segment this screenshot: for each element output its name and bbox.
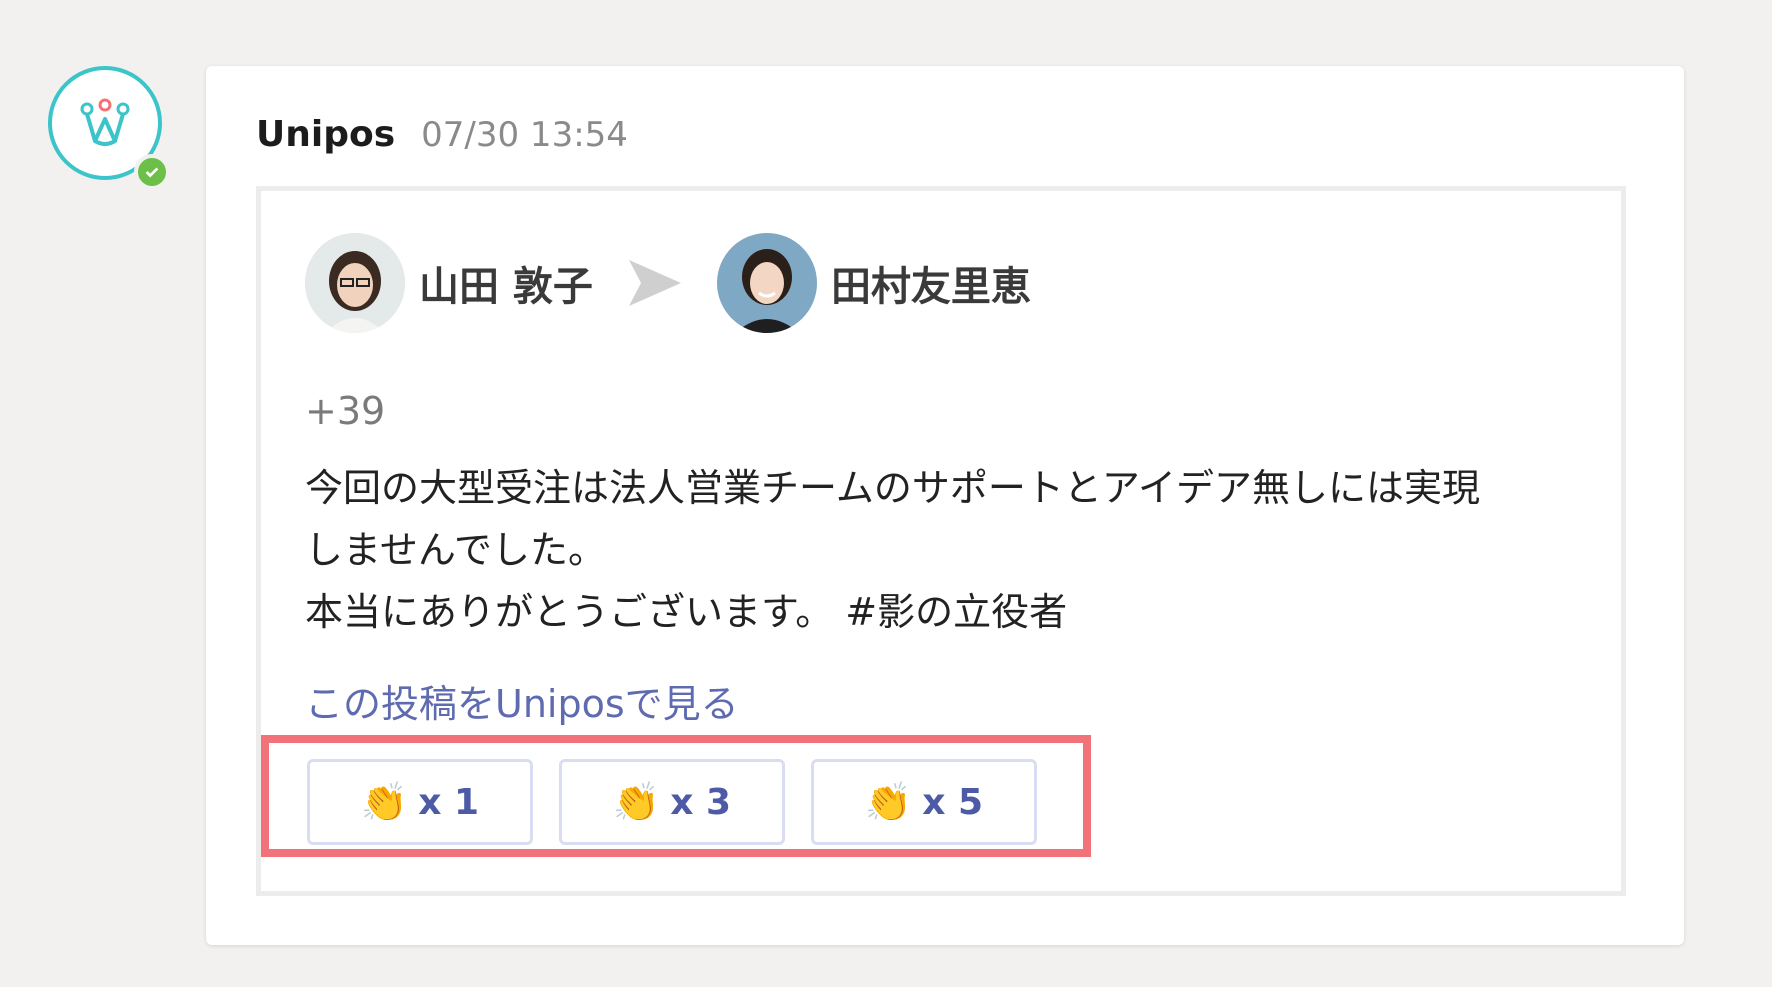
unipos-logo-icon (80, 98, 130, 146)
sender-person-name: 山田 敦子 (419, 264, 593, 310)
participants: 山田 敦子 田村友里恵 (305, 233, 1031, 333)
clap-x3-button[interactable]: 👏 x 3 (559, 759, 785, 845)
clap-button-group: 👏 x 1 👏 x 3 👏 x 5 (261, 735, 1091, 857)
sender-person: 山田 敦子 (305, 233, 593, 333)
message-line: 本当にありがとうございます。 #影の立役者 (305, 590, 1068, 634)
clap-icon: 👏 (864, 779, 913, 824)
message-header: Unipos 07/30 13:54 (256, 114, 628, 155)
points-value: +39 (305, 389, 386, 433)
message-timestamp[interactable]: 07/30 13:54 (421, 115, 628, 155)
sender-name[interactable]: Unipos (256, 114, 395, 155)
message-line: しませんでした。 (305, 528, 606, 572)
message-body: 今回の大型受注は法人営業チームのサポートとアイデア無しには実現 しませんでした。… (305, 457, 1605, 643)
clap-count-label: x 3 (670, 781, 732, 823)
clap-count-label: x 1 (418, 781, 480, 823)
recipient-person: 田村友里恵 (716, 233, 1031, 333)
clap-icon: 👏 (360, 779, 409, 824)
view-on-unipos-link[interactable]: この投稿をUniposで見る (305, 673, 739, 728)
sender-avatar (305, 233, 405, 333)
clap-x1-button[interactable]: 👏 x 1 (307, 759, 533, 845)
online-status-icon (134, 154, 170, 190)
clap-x5-button[interactable]: 👏 x 5 (811, 759, 1037, 845)
clap-icon: 👏 (612, 779, 661, 824)
recipient-person-name: 田村友里恵 (830, 264, 1031, 310)
message-card: Unipos 07/30 13:54 山田 敦子 田村友里恵 +39 今回の大型… (206, 66, 1684, 945)
post-attachment: 山田 敦子 田村友里恵 +39 今回の大型受注は法人営業チームのサポートとアイデ… (256, 186, 1626, 896)
message-line: 今回の大型受注は法人営業チームのサポートとアイデア無しには実現 (305, 466, 1480, 510)
send-arrow-icon (628, 260, 681, 306)
recipient-avatar (716, 233, 817, 333)
clap-count-label: x 5 (922, 781, 984, 823)
